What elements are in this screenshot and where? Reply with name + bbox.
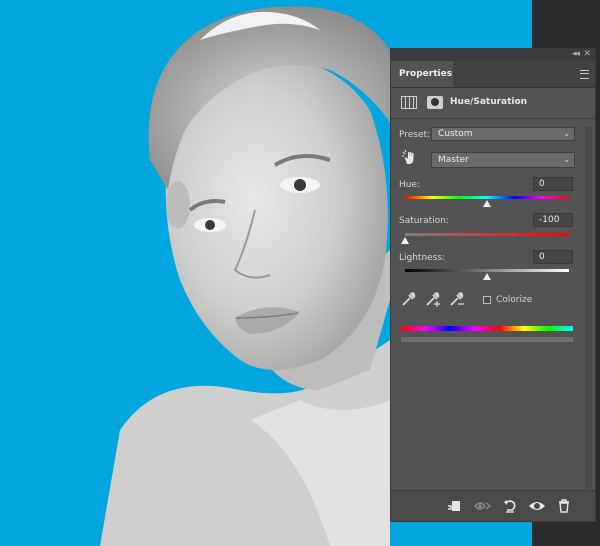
lightness-value-field[interactable]: 0 bbox=[533, 250, 573, 264]
panel-footer-toolbar bbox=[391, 490, 595, 521]
preset-value: Custom bbox=[438, 129, 473, 139]
hue-slider-track[interactable] bbox=[405, 196, 569, 199]
lightness-slider-thumb[interactable] bbox=[483, 273, 491, 280]
channel-value: Master bbox=[438, 155, 469, 165]
double-chevron-left-icon[interactable]: ◂◂ bbox=[572, 49, 580, 59]
adjustment-title: Hue/Saturation bbox=[450, 97, 528, 107]
hamburger-menu-icon[interactable] bbox=[580, 70, 589, 79]
hand-adjust-icon[interactable] bbox=[401, 149, 417, 165]
hue-label: Hue: bbox=[399, 180, 421, 190]
preset-dropdown[interactable]: Custom ⌄ bbox=[431, 127, 575, 141]
panel-tab-bar: Properties bbox=[391, 61, 595, 88]
chevron-down-icon: ⌄ bbox=[563, 129, 570, 138]
eyedropper-icon[interactable] bbox=[401, 291, 417, 307]
close-icon[interactable]: ✕ bbox=[583, 49, 591, 59]
chevron-down-icon: ⌄ bbox=[563, 155, 570, 164]
eyedropper-plus-icon[interactable] bbox=[425, 291, 441, 307]
colorize-label: Colorize bbox=[496, 295, 533, 305]
tab-properties[interactable]: Properties bbox=[391, 61, 453, 87]
hue-saturation-adjustment-icon[interactable] bbox=[401, 96, 417, 109]
saturation-slider-thumb[interactable] bbox=[401, 237, 409, 244]
input-color-spectrum bbox=[401, 326, 573, 331]
reset-icon[interactable] bbox=[501, 497, 519, 515]
channel-dropdown[interactable]: Master ⌄ bbox=[431, 152, 575, 168]
eye-icon[interactable] bbox=[528, 497, 546, 515]
lightness-label: Lightness: bbox=[399, 253, 446, 263]
clip-to-layer-icon[interactable] bbox=[445, 497, 463, 515]
eyedropper-minus-icon[interactable] bbox=[449, 291, 465, 307]
hue-value-field[interactable]: 0 bbox=[533, 177, 573, 191]
layer-mask-icon[interactable] bbox=[427, 96, 443, 109]
saturation-label: Saturation: bbox=[399, 216, 449, 226]
output-color-spectrum bbox=[401, 337, 573, 342]
saturation-value-field[interactable]: -100 bbox=[533, 213, 573, 227]
view-previous-state-icon[interactable] bbox=[474, 497, 492, 515]
colorize-checkbox[interactable] bbox=[483, 296, 491, 304]
adjustment-header: Hue/Saturation bbox=[391, 88, 595, 119]
trash-icon[interactable] bbox=[555, 497, 573, 515]
saturation-slider-track[interactable] bbox=[405, 233, 569, 236]
lightness-slider-track[interactable] bbox=[405, 269, 569, 272]
hue-slider-thumb[interactable] bbox=[483, 200, 491, 207]
preset-label: Preset: bbox=[399, 130, 431, 140]
properties-panel: ◂◂ ✕ Properties Hue/Saturation Preset: C… bbox=[390, 48, 596, 522]
panel-scrollbar[interactable] bbox=[585, 127, 592, 489]
panel-title-strip: ◂◂ ✕ bbox=[391, 49, 595, 61]
